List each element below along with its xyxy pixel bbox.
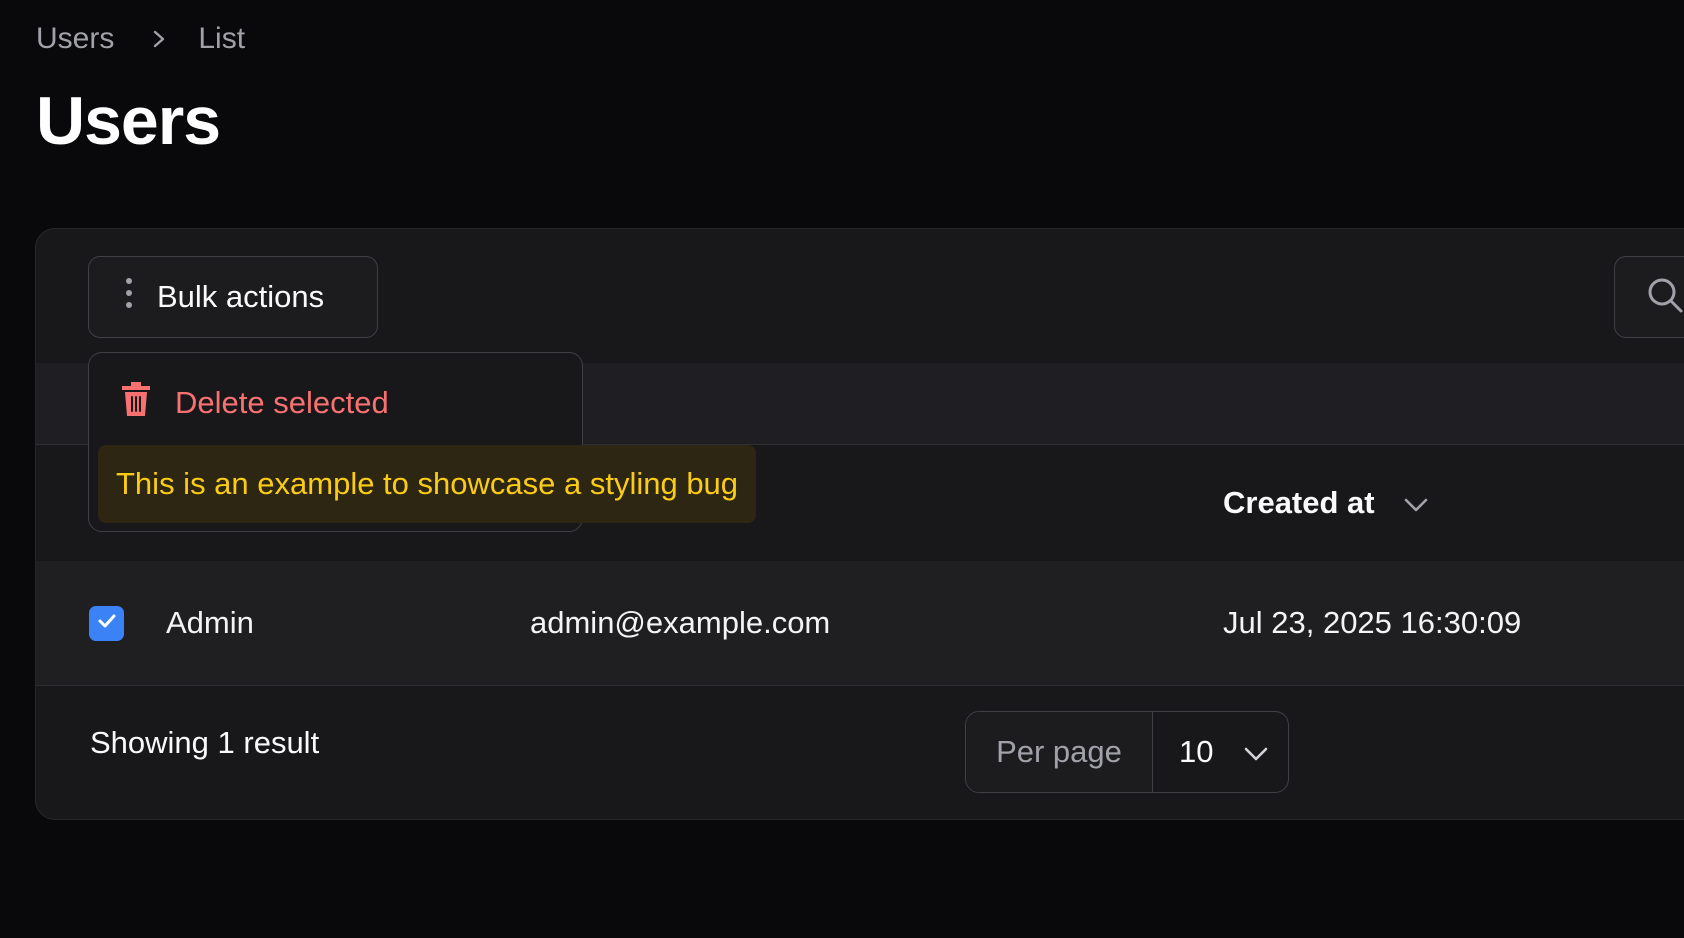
bulk-actions-button[interactable]: Bulk actions [88, 256, 378, 338]
chevron-down-icon [1403, 485, 1429, 521]
results-count: Showing 1 result [90, 725, 320, 760]
cell-email: admin@example.com [530, 605, 831, 640]
row-checkbox[interactable] [89, 606, 124, 641]
page-title: Users [36, 83, 221, 159]
more-vertical-icon [125, 277, 133, 317]
breadcrumb-item-list[interactable]: List [198, 22, 245, 56]
breadcrumb-item-users[interactable]: Users [36, 22, 114, 56]
column-header-created-at[interactable]: Created at [1223, 444, 1429, 561]
breadcrumb: Users List [36, 22, 245, 56]
delete-selected-menu-item[interactable]: Delete selected [119, 379, 389, 427]
per-page-value: 10 [1179, 734, 1214, 769]
per-page-label: Per page [966, 712, 1153, 792]
cell-name: Admin [166, 605, 254, 640]
column-header-created-at-label: Created at [1223, 484, 1375, 520]
per-page-dropdown[interactable]: 10 [1153, 712, 1288, 792]
trash-icon [119, 379, 153, 427]
table-footer: Showing 1 result Per page 10 [36, 685, 1684, 821]
search-button[interactable] [1614, 256, 1684, 338]
styling-bug-tooltip: This is an example to showcase a styling… [98, 445, 757, 523]
cell-created-at: Jul 23, 2025 16:30:09 [1223, 605, 1522, 640]
chevron-down-icon [1243, 734, 1269, 770]
table-toolbar: Bulk actions [36, 229, 1684, 364]
per-page-select[interactable]: Per page 10 [965, 711, 1289, 793]
table-row[interactable]: Admin admin@example.com Jul 23, 2025 16:… [36, 561, 1684, 686]
bulk-actions-label: Bulk actions [157, 279, 325, 314]
search-icon [1645, 275, 1684, 320]
chevron-right-icon [150, 27, 168, 51]
delete-selected-label: Delete selected [175, 385, 389, 420]
check-icon [96, 610, 118, 637]
